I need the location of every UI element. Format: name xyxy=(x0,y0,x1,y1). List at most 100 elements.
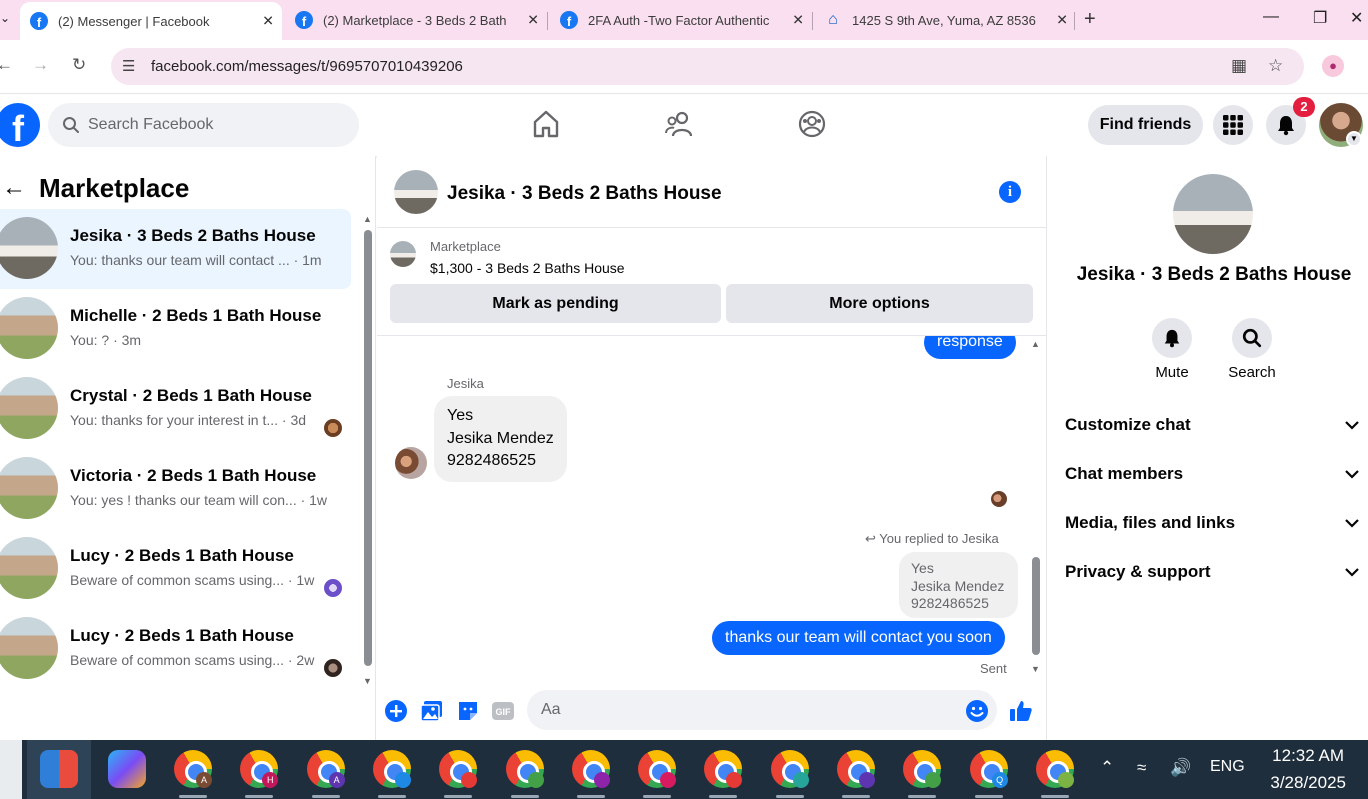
outgoing-message[interactable]: response xyxy=(924,336,1016,359)
running-app-indicator xyxy=(908,795,937,798)
chrome-app-icon[interactable]: A xyxy=(174,750,212,788)
chrome-app-icon[interactable] xyxy=(372,750,411,788)
conversation-item[interactable]: Jesika · 3 Beds 2 Baths House You: thank… xyxy=(0,209,351,289)
install-app-icon[interactable]: ▦ xyxy=(1231,56,1247,76)
more-options-button[interactable]: More options xyxy=(726,284,1033,323)
chat-members-section[interactable]: Chat members xyxy=(1065,454,1359,494)
search-input[interactable] xyxy=(88,103,348,147)
tab-title: 1425 S 9th Ave, Yuma, AZ 8536 xyxy=(852,12,1036,28)
customize-chat-section[interactable]: Customize chat xyxy=(1065,405,1359,445)
conversation-list-scrollbar[interactable] xyxy=(364,230,372,666)
emoji-icon[interactable] xyxy=(965,699,989,723)
listing-avatar xyxy=(0,297,58,359)
conversation-item[interactable]: Lucy · 2 Beds 1 Bath House Beware of com… xyxy=(0,529,351,609)
chrome-app-icon[interactable]: H xyxy=(240,750,279,788)
message-input[interactable] xyxy=(527,690,997,730)
close-icon[interactable]: ✕ xyxy=(527,12,539,29)
copilot-app-icon[interactable] xyxy=(108,750,146,788)
thumbs-up-icon[interactable] xyxy=(1009,699,1033,723)
photo-icon[interactable] xyxy=(420,699,444,723)
browser-tab-marketplace[interactable]: f (2) Marketplace - 3 Beds 2 Bath ✕ xyxy=(285,4,547,36)
browser-tab-2fa[interactable]: f 2FA Auth -Two Factor Authentic ✕ xyxy=(550,4,812,36)
chat-avatar[interactable] xyxy=(394,170,438,214)
listing-thumbnail[interactable] xyxy=(390,241,416,267)
groups-icon[interactable] xyxy=(797,109,827,139)
sticker-icon[interactable] xyxy=(456,699,480,723)
site-info-icon[interactable]: ☰ xyxy=(122,57,135,75)
tab-search-chevron-icon[interactable]: ⌄ xyxy=(0,11,10,25)
search-in-chat-button[interactable]: Search xyxy=(1217,318,1287,381)
conversation-item[interactable]: Victoria · 2 Beds 1 Bath House You: yes … xyxy=(0,449,351,529)
chat-avatar-large[interactable] xyxy=(1173,174,1253,254)
forward-arrow-icon[interactable]: → xyxy=(32,55,49,75)
close-icon[interactable]: ✕ xyxy=(792,12,804,29)
sender-avatar[interactable] xyxy=(395,447,427,479)
back-arrow-icon[interactable]: ← xyxy=(2,174,26,202)
scroll-down-arrow-icon[interactable]: ▼ xyxy=(363,676,372,686)
window-close-icon[interactable]: ✕ xyxy=(1350,8,1363,28)
incoming-message[interactable]: Yes Jesika Mendez 9282486525 xyxy=(434,396,567,482)
bookmark-star-icon[interactable]: ☆ xyxy=(1268,56,1283,76)
chat-title[interactable]: Jesika · 3 Beds 2 Baths House xyxy=(447,183,722,205)
privacy-support-section[interactable]: Privacy & support xyxy=(1065,552,1359,592)
scroll-up-arrow-icon[interactable]: ▲ xyxy=(1031,339,1040,349)
quoted-message[interactable]: Yes Jesika Mendez 9282486525 xyxy=(899,552,1018,618)
conversation-item[interactable]: Michelle · 2 Beds 1 Bath House You: ? · … xyxy=(0,289,351,369)
chrome-app-icon[interactable]: Q xyxy=(969,750,1008,788)
conversation-item[interactable]: Crystal · 2 Beds 1 Bath House You: thank… xyxy=(0,369,351,449)
browser-profile-icon[interactable]: ● xyxy=(1322,55,1344,77)
info-icon[interactable]: i xyxy=(999,181,1021,203)
new-tab-plus-icon[interactable]: + xyxy=(1084,8,1096,31)
browser-tab-messenger[interactable]: f (2) Messenger | Facebook ✕ xyxy=(20,2,282,40)
wifi-icon[interactable]: ≈ xyxy=(1137,758,1146,778)
back-arrow-icon[interactable]: ← xyxy=(0,55,13,75)
chrome-app-icon[interactable] xyxy=(704,750,743,788)
chrome-profile-badge xyxy=(1057,772,1074,788)
close-icon[interactable]: ✕ xyxy=(262,13,274,30)
facebook-search[interactable] xyxy=(48,103,359,147)
show-hidden-icons-chevron-icon[interactable]: ⌃ xyxy=(1100,758,1114,778)
chrome-app-icon[interactable] xyxy=(638,750,677,788)
url-text[interactable]: facebook.com/messages/t/9695707010439206 xyxy=(151,58,463,75)
media-files-links-section[interactable]: Media, files and links xyxy=(1065,503,1359,543)
chrome-app-icon[interactable] xyxy=(770,750,809,788)
gif-icon[interactable]: GIF xyxy=(491,699,515,723)
tab-title: 2FA Auth -Two Factor Authentic xyxy=(588,12,770,28)
volume-icon[interactable]: 🔊 xyxy=(1170,758,1191,778)
mute-button[interactable]: Mute xyxy=(1137,318,1207,381)
minimize-icon[interactable]: — xyxy=(1263,8,1279,26)
seen-indicator-avatar xyxy=(991,491,1007,507)
restore-icon[interactable]: ❐ xyxy=(1313,8,1327,28)
address-bar[interactable]: ☰ facebook.com/messages/t/96957070104392… xyxy=(111,48,1304,85)
plus-circle-icon[interactable] xyxy=(384,699,408,723)
language-indicator[interactable]: ENG xyxy=(1210,758,1245,776)
close-icon[interactable]: ✕ xyxy=(1056,12,1068,29)
scroll-up-arrow-icon[interactable]: ▲ xyxy=(363,214,372,224)
scroll-down-arrow-icon[interactable]: ▼ xyxy=(1031,664,1040,674)
conversation-item[interactable]: Lucy · 2 Beds 1 Bath House Beware of com… xyxy=(0,609,351,689)
facebook-logo-icon[interactable]: f xyxy=(0,103,40,147)
find-friends-button[interactable]: Find friends xyxy=(1088,105,1203,145)
friends-icon[interactable] xyxy=(664,109,694,139)
paint-app-icon[interactable] xyxy=(40,750,78,788)
chrome-app-icon[interactable] xyxy=(439,750,478,788)
listing-title[interactable]: $1,300 - 3 Beds 2 Baths House xyxy=(430,260,625,276)
home-icon[interactable] xyxy=(532,109,560,139)
chevron-down-icon[interactable]: ▼ xyxy=(1346,131,1362,147)
chrome-app-icon[interactable]: A xyxy=(306,750,345,788)
chrome-app-icon[interactable] xyxy=(505,750,544,788)
chrome-app-icon[interactable] xyxy=(571,750,610,788)
chrome-app-icon[interactable] xyxy=(837,750,875,788)
thread-scrollbar[interactable] xyxy=(1032,557,1040,655)
mark-as-pending-button[interactable]: Mark as pending xyxy=(390,284,721,323)
menu-grid-button[interactable] xyxy=(1213,105,1253,145)
clock-time[interactable]: 12:32 AM xyxy=(1264,746,1344,766)
reload-icon[interactable]: ↻ xyxy=(72,55,86,75)
section-label: Customize chat xyxy=(1065,415,1191,434)
chrome-app-icon[interactable] xyxy=(903,750,942,788)
browser-tab-zillow[interactable]: ⌂ 1425 S 9th Ave, Yuma, AZ 8536 ✕ xyxy=(814,4,1076,36)
outgoing-message[interactable]: thanks our team will contact you soon xyxy=(712,621,1005,655)
conversation-preview: You: ? · 3m xyxy=(70,332,142,348)
clock-date[interactable]: 3/28/2025 xyxy=(1260,773,1346,793)
chrome-app-icon[interactable] xyxy=(1035,750,1074,788)
